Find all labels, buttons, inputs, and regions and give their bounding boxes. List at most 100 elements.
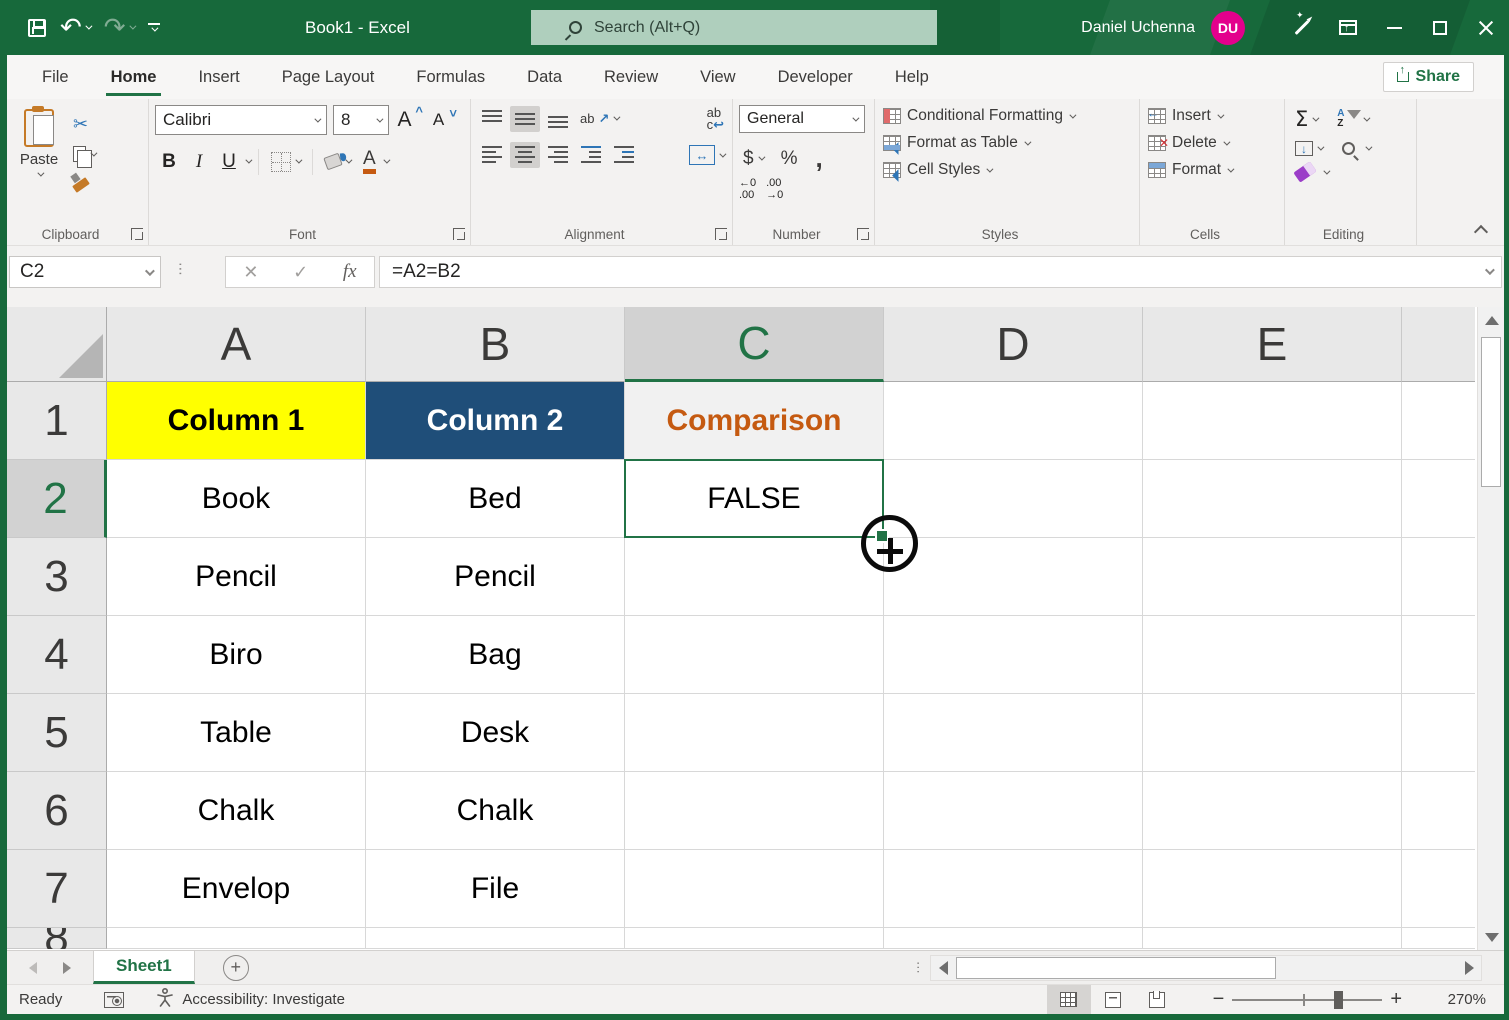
cell-D2[interactable] bbox=[884, 460, 1143, 538]
cell-E5[interactable] bbox=[1143, 694, 1402, 772]
cell-D1[interactable] bbox=[884, 382, 1143, 460]
name-box-dropdown-icon[interactable] bbox=[144, 265, 155, 276]
column-header-a[interactable]: A bbox=[107, 307, 366, 382]
underline-button[interactable]: U bbox=[215, 151, 243, 173]
cell-partial-4[interactable] bbox=[1402, 616, 1475, 694]
merge-center-button[interactable]: ↔ bbox=[685, 143, 728, 167]
format-painter-button[interactable] bbox=[69, 173, 144, 193]
decrease-font-size-button[interactable]: A bbox=[429, 106, 457, 130]
tab-page-layout[interactable]: Page Layout bbox=[261, 55, 396, 99]
cell-D5[interactable] bbox=[884, 694, 1143, 772]
cell-D8[interactable] bbox=[884, 928, 1143, 949]
coming-soon-button[interactable] bbox=[1279, 0, 1325, 55]
scroll-right-button[interactable] bbox=[1457, 956, 1481, 980]
column-header-b[interactable]: B bbox=[366, 307, 625, 382]
column-header-c[interactable]: C bbox=[625, 307, 884, 382]
row-header-3[interactable]: 3 bbox=[7, 538, 107, 616]
cell-C6[interactable] bbox=[625, 772, 884, 850]
cell-A5[interactable]: Table bbox=[107, 694, 366, 772]
align-bottom-button[interactable] bbox=[543, 106, 573, 132]
autosum-button[interactable]: Σ bbox=[1291, 105, 1321, 133]
cell-D3[interactable] bbox=[884, 538, 1143, 616]
sheet-tab-sheet1[interactable]: Sheet1 bbox=[93, 951, 195, 984]
scroll-down-button[interactable] bbox=[1478, 924, 1505, 950]
cell-B8[interactable] bbox=[366, 928, 625, 949]
formula-input[interactable]: =A2=B2 bbox=[379, 256, 1502, 288]
cell-styles-button[interactable]: Cell Styles bbox=[881, 159, 1135, 181]
cell-B2[interactable]: Bed bbox=[366, 460, 625, 538]
increase-decimal-button[interactable]: ←0 .00 bbox=[739, 177, 756, 201]
underline-dropdown-icon[interactable] bbox=[245, 156, 253, 164]
previous-sheet-button[interactable] bbox=[29, 961, 37, 974]
decrease-decimal-button[interactable]: .00 →0 bbox=[766, 177, 783, 201]
tab-developer[interactable]: Developer bbox=[757, 55, 874, 99]
comma-style-button[interactable]: , bbox=[811, 141, 826, 176]
scroll-up-button[interactable] bbox=[1478, 307, 1505, 333]
cell-D6[interactable] bbox=[884, 772, 1143, 850]
cell-C5[interactable] bbox=[625, 694, 884, 772]
accessibility-status[interactable]: Accessibility: Investigate bbox=[182, 991, 345, 1008]
column-header-e[interactable]: E bbox=[1143, 307, 1402, 382]
cell-E7[interactable] bbox=[1143, 850, 1402, 928]
column-header-d[interactable]: D bbox=[884, 307, 1143, 382]
cell-E4[interactable] bbox=[1143, 616, 1402, 694]
increase-indent-button[interactable] bbox=[609, 142, 639, 168]
percent-style-button[interactable]: % bbox=[777, 146, 802, 172]
row-header-6[interactable]: 6 bbox=[7, 772, 107, 850]
cell-partial-2[interactable] bbox=[1402, 460, 1475, 538]
row-header-8[interactable]: 8 bbox=[7, 928, 107, 949]
page-break-view-button[interactable] bbox=[1135, 985, 1179, 1014]
maximize-button[interactable] bbox=[1417, 0, 1463, 55]
next-sheet-button[interactable] bbox=[63, 961, 71, 974]
vertical-scrollbar[interactable] bbox=[1477, 307, 1504, 950]
tab-help[interactable]: Help bbox=[874, 55, 950, 99]
sort-filter-button[interactable]: AZ bbox=[1333, 107, 1372, 131]
tab-home[interactable]: Home bbox=[90, 55, 178, 99]
enter-button[interactable]: ✓ bbox=[293, 262, 308, 283]
cell-C4[interactable] bbox=[625, 616, 884, 694]
format-cells-button[interactable]: Format bbox=[1146, 159, 1280, 181]
row-header-1[interactable]: 1 bbox=[7, 382, 107, 460]
wrap-text-button[interactable]: ab c↩ bbox=[703, 105, 728, 132]
cancel-button[interactable]: ✕ bbox=[243, 262, 258, 283]
align-center-button[interactable] bbox=[510, 142, 540, 169]
fill-button[interactable]: ↓ bbox=[1291, 139, 1326, 158]
fill-color-button[interactable] bbox=[321, 152, 354, 171]
zoom-level[interactable]: 270% bbox=[1416, 991, 1486, 1008]
column-header-partial[interactable] bbox=[1402, 307, 1475, 382]
format-as-table-button[interactable]: Format as Table bbox=[881, 132, 1135, 154]
horizontal-scroll-thumb[interactable] bbox=[956, 956, 1276, 979]
align-right-button[interactable] bbox=[543, 142, 573, 168]
minimize-button[interactable] bbox=[1371, 0, 1417, 55]
number-dialog-launcher[interactable] bbox=[857, 228, 869, 240]
cell-partial-3[interactable] bbox=[1402, 538, 1475, 616]
cell-B4[interactable]: Bag bbox=[366, 616, 625, 694]
search-input[interactable]: Search (Alt+Q) bbox=[531, 10, 937, 45]
cell-C2[interactable]: FALSE bbox=[624, 459, 889, 543]
collapse-ribbon-button[interactable] bbox=[1473, 224, 1489, 240]
alignment-dialog-launcher[interactable] bbox=[715, 228, 727, 240]
cell-B3[interactable]: Pencil bbox=[366, 538, 625, 616]
close-button[interactable] bbox=[1463, 0, 1509, 55]
cell-B1[interactable]: Column 2 bbox=[366, 382, 625, 460]
zoom-slider-thumb[interactable] bbox=[1334, 990, 1344, 1009]
cell-C7[interactable] bbox=[625, 850, 884, 928]
new-sheet-button[interactable]: + bbox=[222, 954, 249, 981]
scroll-left-button[interactable] bbox=[931, 956, 955, 980]
zoom-in-button[interactable]: + bbox=[1382, 988, 1410, 1011]
align-middle-button[interactable] bbox=[510, 105, 540, 132]
cell-C8[interactable] bbox=[625, 928, 884, 949]
bold-button[interactable]: B bbox=[155, 151, 183, 173]
row-header-4[interactable]: 4 bbox=[7, 616, 107, 694]
save-button[interactable] bbox=[28, 18, 46, 37]
row-header-7[interactable]: 7 bbox=[7, 850, 107, 928]
cell-partial-7[interactable] bbox=[1402, 850, 1475, 928]
italic-button[interactable]: I bbox=[185, 151, 213, 173]
insert-function-button[interactable]: fx bbox=[343, 261, 357, 283]
insert-cells-button[interactable]: Insert bbox=[1146, 105, 1280, 127]
align-left-button[interactable] bbox=[477, 142, 507, 168]
cell-E8[interactable] bbox=[1143, 928, 1402, 949]
formula-bar-grip[interactable]: ⋯ bbox=[173, 262, 189, 277]
decrease-indent-button[interactable] bbox=[576, 142, 606, 168]
tab-data[interactable]: Data bbox=[506, 55, 583, 99]
